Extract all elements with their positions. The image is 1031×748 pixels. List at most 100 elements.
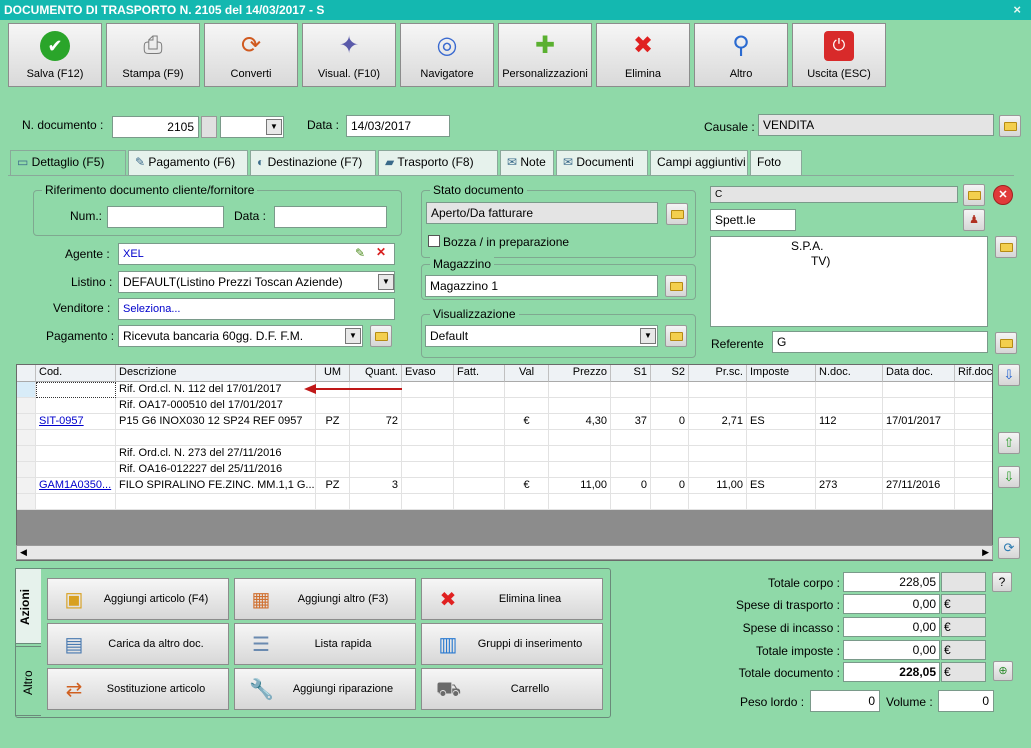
stato-field[interactable]: Aperto/Da fatturare [426,202,658,224]
toolbar-button-7[interactable]: ⚲ Altro [694,23,788,87]
grid-header[interactable]: Val [505,365,549,382]
row-selector[interactable] [17,414,36,430]
referente-field[interactable]: G [772,331,988,353]
action-button-1[interactable]: ▦ Aggiungi altro (F3) [234,578,416,620]
total-trasporto-field[interactable]: 0,00 [843,594,940,614]
grid-header[interactable]: Pr.sc. [689,365,747,382]
grid-header[interactable]: Cod. [36,365,116,382]
row-selector[interactable] [17,462,36,478]
grid-header[interactable]: S1 [611,365,651,382]
listino-select[interactable]: DEFAULT(Listino Prezzi Toscan Aziende) [118,271,395,293]
tab-azioni[interactable]: Azioni [15,568,41,644]
pencil-icon[interactable]: ✎ [355,246,365,260]
action-button-6[interactable]: ⇄ Sostituzione articolo [47,668,229,710]
grid-header[interactable]: Prezzo [549,365,611,382]
toolbar-button-2[interactable]: ⟳ Converti [204,23,298,87]
pagamento-folder-button[interactable] [370,325,392,347]
tab-7[interactable]: Foto [750,150,802,175]
action-button-5[interactable]: ▥ Gruppi di inserimento [421,623,603,665]
total-corpo-field[interactable]: 228,05 [843,572,940,592]
toolbar-button-3[interactable]: ✦ Visual. (F10) [302,23,396,87]
bozza-checkbox[interactable] [428,235,440,247]
cliente-name-field[interactable]: C [710,186,958,203]
volume-field[interactable]: 0 [938,690,994,712]
move-down-icon[interactable]: ⇩ [998,466,1020,488]
toolbar-button-1[interactable]: ⎙ Stampa (F9) [106,23,200,87]
tab-altro[interactable]: Altro [15,646,41,716]
grid-header[interactable]: S2 [651,365,689,382]
row-selector[interactable] [17,446,36,462]
cliente-title-field[interactable]: Spett.le [710,209,796,231]
tab-6[interactable]: Campi aggiuntivi [650,150,748,175]
grid-header[interactable]: Evaso [402,365,454,382]
grid-header[interactable]: Quant. [350,365,402,382]
tab-0[interactable]: ▭ Dettaglio (F5) [10,150,126,176]
grid-header[interactable]: N.doc. [816,365,883,382]
magazzino-folder-button[interactable] [665,275,687,297]
toolbar-button-6[interactable]: ✖ Elimina [596,23,690,87]
total-documento-field[interactable]: 228,05 [843,662,940,682]
grid-header[interactable]: Rif.doc [955,365,992,382]
chevron-down-icon[interactable]: ▼ [345,328,361,344]
total-imposte-field[interactable]: 0,00 [843,640,940,660]
row-selector[interactable] [17,398,36,414]
action-button-4[interactable]: ☰ Lista rapida [234,623,416,665]
venditore-field[interactable]: Seleziona... [118,298,395,320]
ndoc-input[interactable]: 2105 [112,116,199,138]
tab-2[interactable]: ◐ Destinazione (F7) [250,150,376,175]
chevron-down-icon[interactable]: ▼ [266,119,282,135]
tab-1[interactable]: ✎ Pagamento (F6) [128,150,248,175]
detail-grid[interactable]: Cod. Descrizione UM Quant. Evaso Fatt. Val Prez… [16,364,993,561]
data-input[interactable]: 14/03/2017 [346,115,450,137]
row-selector[interactable] [17,478,36,494]
close-window-button[interactable]: × [1013,0,1021,20]
toolbar-button-0[interactable]: ✔ Salva (F12) [8,23,102,87]
referente-folder-button[interactable] [995,332,1017,354]
toolbar-button-5[interactable]: ✚ Personalizzazioni [498,23,592,87]
grid-cell[interactable]: SIT-0957 [36,414,116,430]
chevron-down-icon[interactable]: ▼ [640,328,656,344]
clear-icon[interactable]: ✕ [376,245,386,259]
row-selector[interactable] [17,430,36,446]
causale-field[interactable]: VENDITA [758,114,994,136]
scroll-right-icon[interactable]: ▶ [982,547,989,558]
help-button[interactable]: ? [992,572,1012,592]
grid-header[interactable]: Descrizione [116,365,316,382]
remove-client-icon[interactable]: ✕ [993,185,1013,205]
move-top-icon[interactable]: ⇩ [998,364,1020,386]
action-button-8[interactable]: ⛟ Carrello [421,668,603,710]
agente-field[interactable]: XEL [118,243,395,265]
refresh-icon[interactable]: ⟳ [998,537,1020,559]
row-selector[interactable] [17,494,36,510]
user-icon[interactable]: ♟ [963,209,985,231]
chevron-down-icon[interactable]: ▼ [378,274,394,290]
tab-3[interactable]: ▰ Trasporto (F8) [378,150,498,175]
horizontal-scrollbar[interactable]: ◀ ▶ [16,545,993,560]
grid-header[interactable]: UM [316,365,350,382]
rif-data-input[interactable] [274,206,387,228]
grid-header[interactable]: Data doc. [883,365,955,382]
peso-field[interactable]: 0 [810,690,880,712]
total-incasso-field[interactable]: 0,00 [843,617,940,637]
row-selector[interactable] [17,382,36,398]
action-button-2[interactable]: ✖ Elimina linea [421,578,603,620]
stato-folder-button[interactable] [666,203,688,225]
address-folder-button[interactable] [995,236,1017,258]
causale-folder-button[interactable] [999,115,1021,137]
move-up-icon[interactable]: ⇧ [998,432,1020,454]
pagamento-select[interactable]: Ricevuta bancaria 60gg. D.F. F.M. [118,325,363,347]
scroll-left-icon[interactable]: ◀ [20,547,27,558]
ndoc-spin[interactable] [201,116,217,138]
visualizzazione-select[interactable]: Default [425,325,658,347]
tab-4[interactable]: ✉ Note [500,150,554,175]
grid-header[interactable]: Imposte [747,365,816,382]
cliente-address-box[interactable]: S.P.A. TV) [710,236,988,327]
action-button-0[interactable]: ▣ Aggiungi articolo (F4) [47,578,229,620]
action-button-7[interactable]: 🔧 Aggiungi riparazione [234,668,416,710]
magazzino-field[interactable]: Magazzino 1 [425,275,658,297]
toolbar-button-8[interactable]: ⏻ Uscita (ESC) [792,23,886,87]
rif-num-input[interactable] [107,206,224,228]
grid-header[interactable]: Fatt. [454,365,505,382]
action-button-3[interactable]: ▤ Carica da altro doc. [47,623,229,665]
toolbar-button-4[interactable]: ◎ Navigatore [400,23,494,87]
